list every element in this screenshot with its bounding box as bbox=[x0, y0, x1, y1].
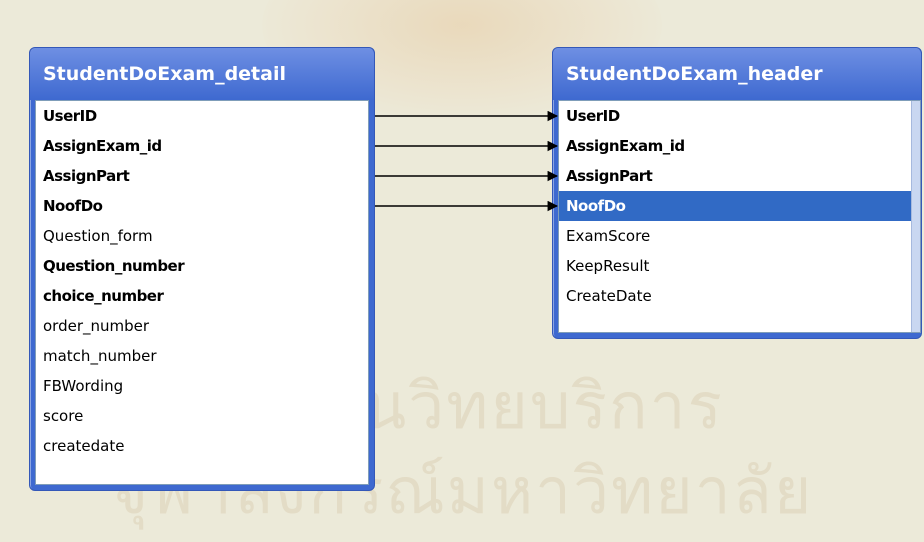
field-detail-assignexam-id[interactable]: AssignExam_id bbox=[36, 131, 368, 161]
field-detail-question-form[interactable]: Question_form bbox=[36, 221, 368, 251]
field-header-assignpart[interactable]: AssignPart bbox=[559, 161, 920, 191]
field-detail-score[interactable]: score bbox=[36, 401, 368, 431]
field-header-createdate[interactable]: CreateDate bbox=[559, 281, 920, 311]
field-detail-assignpart[interactable]: AssignPart bbox=[36, 161, 368, 191]
field-detail-choice-number[interactable]: choice_number bbox=[36, 281, 368, 311]
table-title-header[interactable]: StudentDoExam_header bbox=[553, 48, 921, 100]
field-header-userid[interactable]: UserID bbox=[559, 101, 920, 131]
field-header-keepresult[interactable]: KeepResult bbox=[559, 251, 920, 281]
field-header-examscore[interactable]: ExamScore bbox=[559, 221, 920, 251]
field-detail-order-number[interactable]: order_number bbox=[36, 311, 368, 341]
field-list-header[interactable]: UserID AssignExam_id AssignPart NoofDo E… bbox=[558, 100, 921, 333]
field-header-assignexam-id[interactable]: AssignExam_id bbox=[559, 131, 920, 161]
field-detail-fbwording[interactable]: FBWording bbox=[36, 371, 368, 401]
field-detail-question-number[interactable]: Question_number bbox=[36, 251, 368, 281]
field-header-noofdo[interactable]: NoofDo bbox=[559, 191, 920, 221]
table-studentdoexam-detail[interactable]: StudentDoExam_detail UserID AssignExam_i… bbox=[29, 47, 375, 491]
table-studentdoexam-header[interactable]: StudentDoExam_header UserID AssignExam_i… bbox=[552, 47, 922, 339]
field-detail-createdate[interactable]: createdate bbox=[36, 431, 368, 461]
field-detail-userid[interactable]: UserID bbox=[36, 101, 368, 131]
field-detail-noofdo[interactable]: NoofDo bbox=[36, 191, 368, 221]
field-list-scrollbar[interactable] bbox=[911, 101, 920, 332]
table-title-detail[interactable]: StudentDoExam_detail bbox=[30, 48, 374, 100]
field-list-detail[interactable]: UserID AssignExam_id AssignPart NoofDo Q… bbox=[35, 100, 369, 485]
field-detail-match-number[interactable]: match_number bbox=[36, 341, 368, 371]
